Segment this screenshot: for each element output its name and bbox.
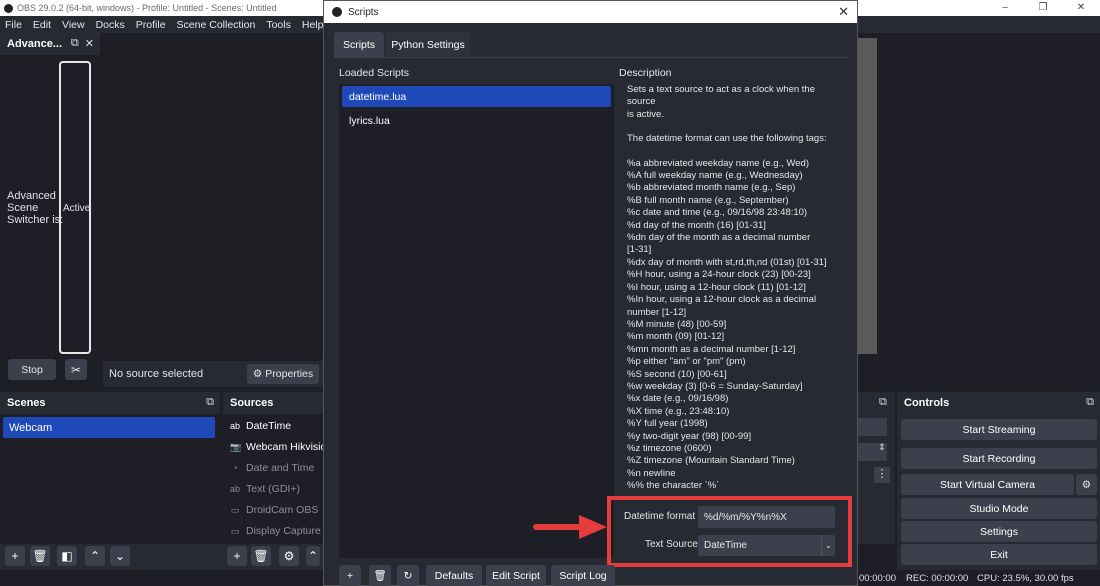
properties-button[interactable]: ⚙ Properties <box>247 364 319 384</box>
tab-divider <box>334 57 849 58</box>
scene-item-webcam[interactable]: Webcam <box>3 417 215 438</box>
float-dock-icon[interactable]: ⧉ <box>1086 396 1094 409</box>
mixer-field[interactable] <box>857 418 887 436</box>
controls-dock-header: Controls ⧉ <box>897 392 1100 414</box>
move-up-chevron-icon[interactable]: ⌃ <box>306 546 320 566</box>
add-script-plus-icon[interactable]: + <box>339 565 361 586</box>
remove-scene-trash-icon[interactable]: 🗑 <box>30 546 50 566</box>
menu-scene-collection[interactable]: Scene Collection <box>177 19 256 31</box>
move-up-chevron-icon[interactable]: ⌃ <box>85 546 105 566</box>
source-item[interactable]: ab Text (GDI+) <box>230 483 300 495</box>
switcher-status-label: Advanced Scene Switcher is: <box>7 190 64 226</box>
more-options-button[interactable]: ⋮ <box>874 467 890 483</box>
source-item[interactable]: ◔ Date and Time <box>230 462 314 474</box>
dialog-close-icon[interactable]: ✕ <box>838 4 849 20</box>
preview-canvas[interactable] <box>103 38 323 354</box>
script-description: Sets a text source to act as a clock whe… <box>627 84 827 492</box>
advanced-dock-title: Advance... <box>7 38 63 50</box>
annotation-arrow-icon <box>533 515 607 539</box>
start-virtual-camera-button[interactable]: Start Virtual Camera <box>901 474 1074 495</box>
stop-switcher-button[interactable]: Stop <box>8 359 56 380</box>
rec-time: REC: 00:00:00 <box>906 573 969 584</box>
text-source-icon: ab <box>230 484 241 494</box>
text-source-icon: ab <box>230 421 241 431</box>
float-dock-icon[interactable]: ⧉ <box>71 37 79 50</box>
menu-docks[interactable]: Docks <box>96 19 125 31</box>
highlight-annotation-box <box>607 496 852 567</box>
obs-logo-icon <box>4 3 13 13</box>
dialog-titlebar: Scripts ✕ <box>324 1 857 23</box>
camera-icon: 📷 <box>230 441 242 452</box>
edit-script-button[interactable]: Edit Script <box>486 565 546 586</box>
description-label: Description <box>619 67 672 79</box>
spinner-icon[interactable]: ⇕ <box>878 442 886 453</box>
move-down-chevron-icon[interactable]: ⌄ <box>110 546 130 566</box>
preview-canvas-right[interactable] <box>857 38 877 354</box>
switcher-settings-tools-icon[interactable]: ✂ <box>65 359 87 380</box>
source-properties-gear-icon[interactable]: ⚙ <box>279 546 299 566</box>
monitor-icon: ▭ <box>230 504 240 515</box>
window-title: OBS 29.0.2 (64-bit, windows) - Profile: … <box>17 3 277 13</box>
start-recording-button[interactable]: Start Recording <box>901 448 1097 469</box>
menu-edit[interactable]: Edit <box>33 19 51 31</box>
controls-title: Controls <box>904 397 950 409</box>
scenes-dock-header: Scenes ⧉ <box>0 392 220 414</box>
float-dock-icon[interactable]: ⧉ <box>206 396 214 409</box>
source-item[interactable]: ▭ Display Capture <box>230 525 321 537</box>
sources-title: Sources <box>230 397 274 409</box>
menu-profile[interactable]: Profile <box>136 19 166 31</box>
dialog-title: Scripts <box>348 6 379 18</box>
exit-button[interactable]: Exit <box>901 544 1097 565</box>
loaded-scripts-list <box>339 84 614 558</box>
advanced-switcher-panel: Advanced Scene Switcher is: Active <box>0 55 100 355</box>
advanced-dock-header: Advance... ⧉ ✕ <box>0 33 100 55</box>
menu-view[interactable]: View <box>62 19 85 31</box>
start-streaming-button[interactable]: Start Streaming <box>901 419 1097 440</box>
switcher-active-text: Active <box>63 203 91 214</box>
menu-tools[interactable]: Tools <box>266 19 291 31</box>
minimize-button[interactable]: – <box>986 0 1024 16</box>
remove-script-trash-icon[interactable]: 🗑 <box>369 565 391 586</box>
source-item[interactable]: 📷 Webcam Hikvisio <box>230 441 326 453</box>
scripts-dialog: Scripts ✕ Scripts Python Settings Loaded… <box>323 0 858 586</box>
script-item-datetime[interactable]: datetime.lua <box>342 86 611 107</box>
properties-label: Properties <box>265 368 314 380</box>
reload-script-refresh-icon[interactable]: ↻ <box>397 565 419 586</box>
remove-source-trash-icon[interactable]: 🗑 <box>251 546 271 566</box>
script-item-lyrics[interactable]: lyrics.lua <box>342 110 611 131</box>
clock-icon: ◔ <box>232 463 238 473</box>
obs-logo-icon <box>332 7 342 17</box>
add-source-plus-icon[interactable]: + <box>227 546 247 566</box>
menu-file[interactable]: File <box>5 19 22 31</box>
cpu-fps: CPU: 23.5%, 30.00 fps <box>977 573 1074 584</box>
no-source-text: No source selected <box>109 368 204 380</box>
tab-python-settings[interactable]: Python Settings <box>386 32 470 57</box>
stream-time: 00:00:00 <box>859 573 896 584</box>
script-log-button[interactable]: Script Log <box>551 565 615 586</box>
scene-filters-icon[interactable]: ◧ <box>57 546 77 566</box>
audio-mixer-panel: ⧉ ⇕ ⋮ <box>857 392 895 544</box>
studio-mode-button[interactable]: Studio Mode <box>901 498 1097 519</box>
settings-button[interactable]: Settings <box>901 521 1097 542</box>
virtual-camera-settings-gear-icon[interactable]: ⚙ <box>1076 474 1097 495</box>
defaults-button[interactable]: Defaults <box>426 565 482 586</box>
float-dock-icon[interactable]: ⧉ <box>879 396 887 409</box>
scenes-title: Scenes <box>7 397 46 409</box>
add-scene-plus-icon[interactable]: + <box>5 546 25 566</box>
loaded-scripts-label: Loaded Scripts <box>339 67 410 79</box>
source-toolbar: No source selected ⚙ Properties <box>103 361 323 387</box>
source-item[interactable]: ▭ DroidCam OBS <box>230 504 319 516</box>
close-dock-icon[interactable]: ✕ <box>85 37 94 50</box>
monitor-icon: ▭ <box>230 525 240 536</box>
switcher-active-indicator: Active <box>59 61 91 354</box>
source-item[interactable]: ab DateTime <box>230 420 291 432</box>
sources-dock-header: Sources <box>223 392 323 414</box>
gear-icon: ⚙ <box>252 368 263 380</box>
menu-help[interactable]: Help <box>302 19 324 31</box>
tab-scripts[interactable]: Scripts <box>334 32 384 57</box>
maximize-button[interactable]: ❐ <box>1024 0 1062 16</box>
close-button[interactable]: ✕ <box>1062 0 1100 16</box>
